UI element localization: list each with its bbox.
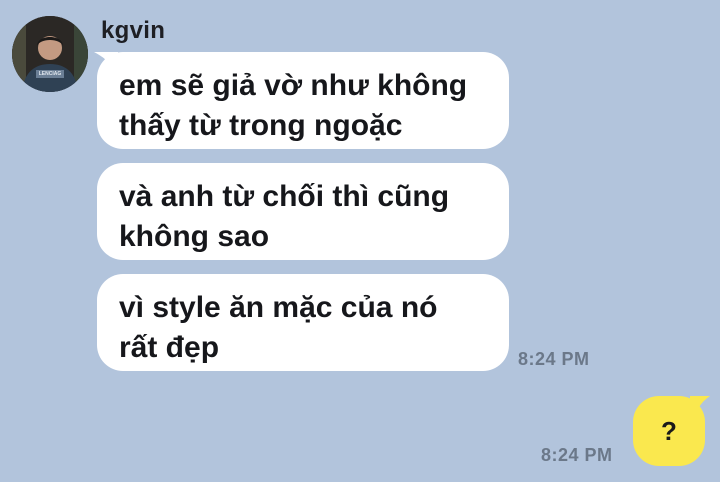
message-line: và anh từ chối thì cũng	[119, 180, 450, 213]
message-bubble[interactable]: và anh từ chối thì cũng không sao	[97, 163, 509, 260]
message-bubble[interactable]: vì style ăn mặc của nó rất đẹp	[97, 274, 509, 371]
profile-photo-icon	[12, 16, 88, 92]
message-timestamp: 8:24 PM	[518, 349, 590, 369]
sender-name: kgvin	[101, 17, 166, 44]
message-line: vì style ăn mặc của nó	[119, 291, 438, 324]
message-line: thấy từ trong ngoặc	[119, 109, 403, 142]
sent-bubble-tail-icon	[690, 396, 710, 418]
avatar[interactable]: LENCIAG	[12, 16, 88, 92]
avatar-print-text: LENCIAG	[38, 71, 62, 77]
sent-message-timestamp: 8:24 PM	[541, 445, 613, 465]
sent-message-text: ?	[661, 415, 677, 446]
chat-view: LENCIAG kgvin em sẽ giả vờ như không thấ…	[0, 0, 720, 482]
message-line: không sao	[119, 220, 270, 253]
message-line: em sẽ giả vờ như không	[119, 69, 468, 102]
message-bubble[interactable]: em sẽ giả vờ như không thấy từ trong ngo…	[97, 52, 509, 149]
message-line: rất đẹp	[119, 331, 220, 364]
